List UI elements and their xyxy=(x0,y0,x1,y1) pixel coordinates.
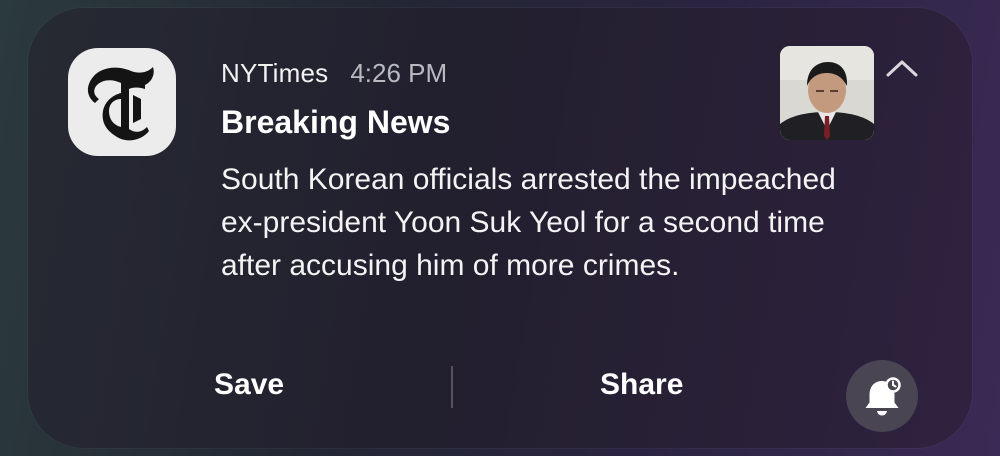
app-name: NYTimes xyxy=(221,58,329,88)
notification-card[interactable]: NYTimes 4:26 PM Breaking News South Kore… xyxy=(28,8,972,448)
snooze-button[interactable] xyxy=(846,360,918,432)
app-icon xyxy=(68,48,176,156)
timestamp: 4:26 PM xyxy=(350,58,448,88)
action-divider xyxy=(451,366,453,408)
collapse-button[interactable] xyxy=(882,50,922,86)
notification-body: South Korean officials arrested the impe… xyxy=(221,163,836,282)
chevron-up-icon xyxy=(886,60,918,77)
news-photo-thumbnail xyxy=(780,46,874,140)
notification-title: Breaking News xyxy=(221,104,451,140)
notification-actions: Save Share xyxy=(28,348,972,432)
nytimes-t-logo-icon xyxy=(87,67,154,141)
save-button[interactable]: Save xyxy=(214,368,284,402)
notification-header: NYTimes 4:26 PM xyxy=(221,58,447,89)
bell-snooze-icon xyxy=(865,377,901,416)
share-button[interactable]: Share xyxy=(600,368,683,402)
